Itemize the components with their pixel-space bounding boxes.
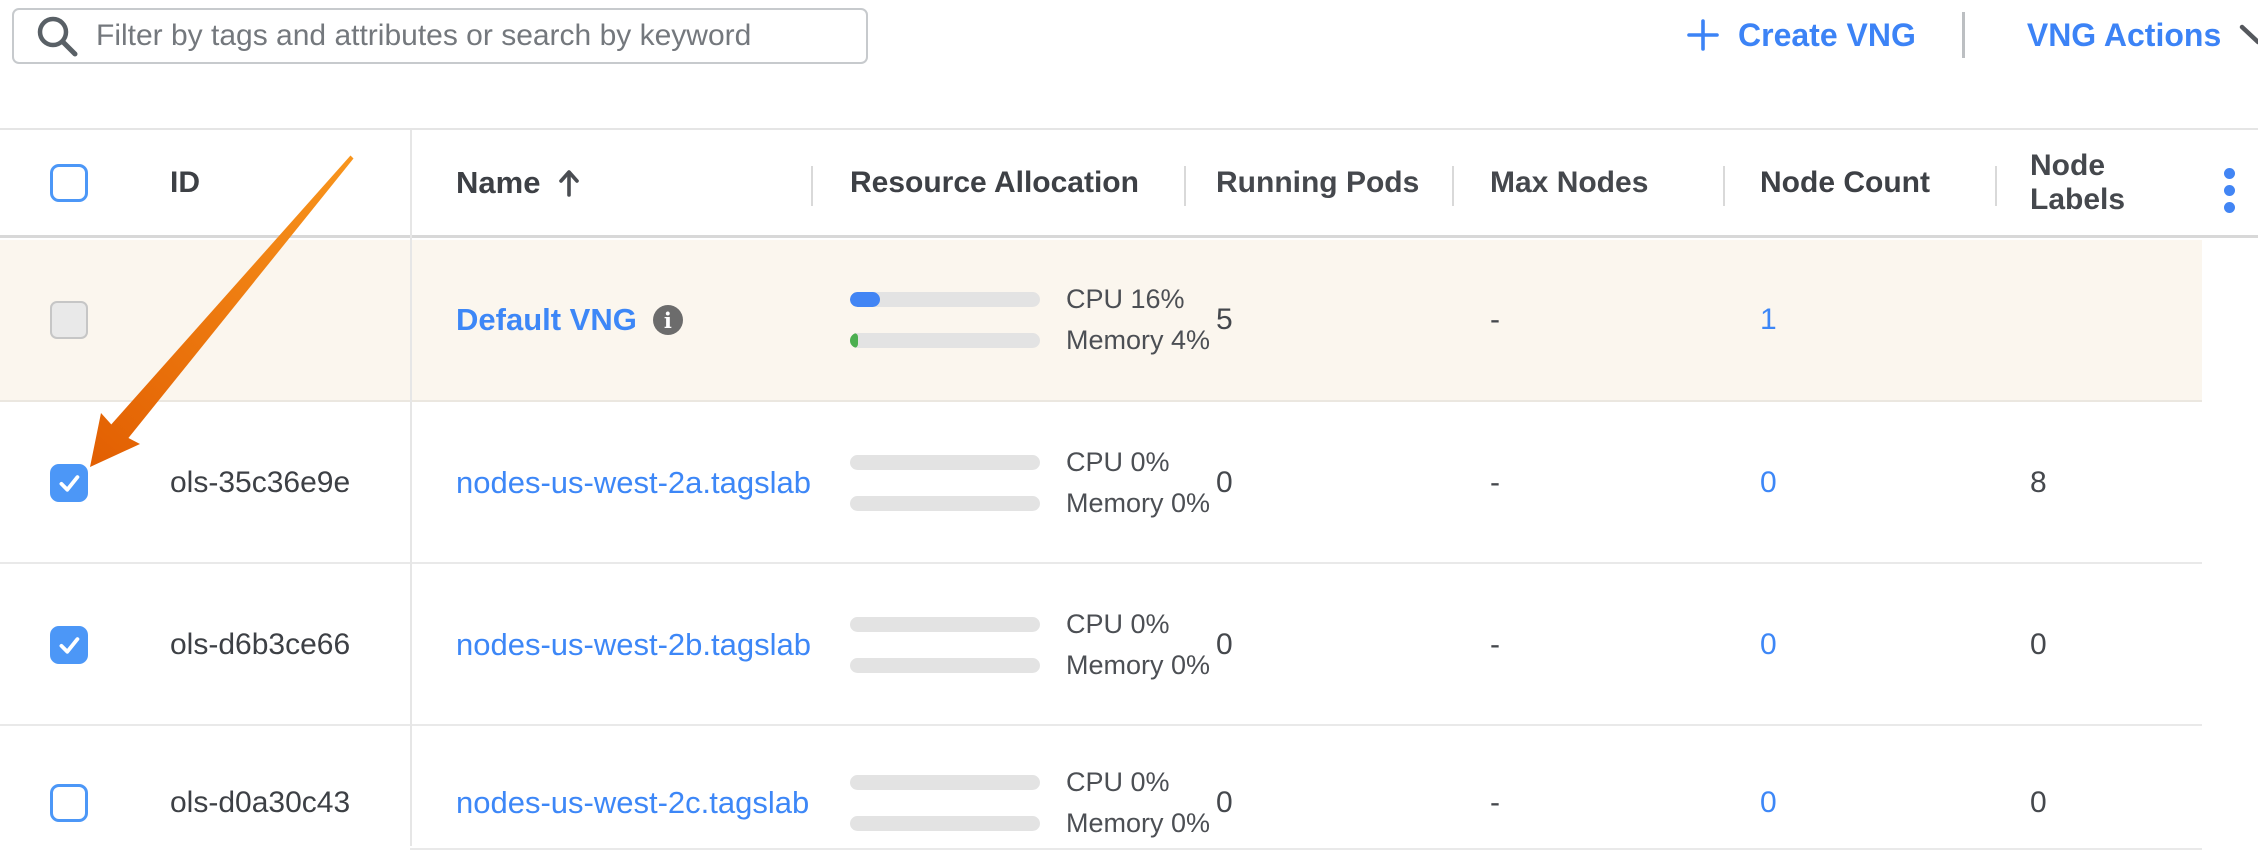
node-labels-value: 0 [1990,786,2202,820]
resource-allocation: CPU 0% Memory 0% [810,775,1210,832]
header-bottom-border [0,235,2258,238]
cpu-bar [850,455,1040,470]
filter-search-box[interactable] [12,8,868,64]
vng-name-link[interactable]: nodes-us-west-2b.tagslabelsre [456,627,810,663]
vng-actions-button[interactable]: VNG Actions [2027,17,2258,54]
table-row-ols-d0a30c43: ols-d0a30c43 nodes-us-west-2c.tagslabels… [0,728,2202,850]
vng-name-link[interactable]: nodes-us-west-2a.tagslabelsre [456,465,810,501]
memory-label: Memory 0% [1066,808,1210,839]
column-header-node-labels[interactable]: Node Labels [1990,149,2202,217]
sort-ascending-icon [556,167,582,199]
column-header-id[interactable]: ID [120,166,410,200]
vng-id: ols-d0a30c43 [120,786,410,820]
row-checkbox[interactable] [50,464,88,502]
cpu-bar [850,617,1040,632]
info-icon[interactable]: i [653,305,683,335]
resource-allocation: CPU 16% Memory 4% [810,292,1210,349]
search-icon [34,13,80,59]
resource-allocation: CPU 0% Memory 0% [810,455,1210,512]
row-checkbox[interactable] [50,784,88,822]
chevron-down-icon [2239,24,2258,47]
resource-allocation: CPU 0% Memory 0% [810,617,1210,674]
create-vng-label: Create VNG [1738,17,1916,54]
columns-menu-kebab-icon[interactable] [2224,168,2235,213]
search-input[interactable] [96,19,850,53]
row-checkbox[interactable] [50,626,88,664]
toolbar-actions: Create VNG VNG Actions [1686,7,2258,63]
memory-label: Memory 0% [1066,488,1210,519]
node-count-link[interactable]: 0 [1760,786,1777,819]
vng-name-link[interactable]: Default VNG [456,302,637,338]
plus-icon [1686,18,1720,52]
max-nodes-value: - [1450,303,1720,337]
vng-actions-label: VNG Actions [2027,17,2221,54]
column-header-running-pods[interactable]: Running Pods [1210,166,1450,200]
max-nodes-value: - [1450,466,1720,500]
column-header-resource[interactable]: Resource Allocation [810,166,1210,200]
column-header-name[interactable]: Name [410,165,810,201]
cpu-bar [850,775,1040,790]
vng-id: ols-35c36e9e [120,466,410,500]
node-labels-value: 8 [1990,466,2202,500]
memory-bar [850,658,1040,673]
memory-label: Memory 0% [1066,650,1210,681]
node-count-link[interactable]: 1 [1760,303,1777,336]
column-header-max-nodes[interactable]: Max Nodes [1450,166,1720,200]
memory-bar [850,333,1040,348]
cpu-label: CPU 0% [1066,447,1170,478]
running-pods-value: 5 [1210,303,1450,337]
vng-list-page: Create VNG VNG Actions ID Name [0,0,2258,854]
vng-name-link[interactable]: nodes-us-west-2c.tagslabelsre [456,785,810,821]
table-row-ols-35c36e9e: ols-35c36e9e nodes-us-west-2a.tagslabels… [0,404,2202,564]
running-pods-value: 0 [1210,466,1450,500]
toolbar-divider [1962,12,1965,58]
memory-bar [850,496,1040,511]
max-nodes-value: - [1450,628,1720,662]
id-name-column-divider [410,130,412,846]
column-header-node-count[interactable]: Node Count [1720,166,1990,200]
node-count-link[interactable]: 0 [1760,628,1777,661]
memory-label: Memory 4% [1066,325,1210,356]
running-pods-value: 0 [1210,628,1450,662]
memory-bar [850,816,1040,831]
table-row-ols-d6b3ce66: ols-d6b3ce66 nodes-us-west-2b.tagslabels… [0,566,2202,726]
cpu-label: CPU 0% [1066,609,1170,640]
cpu-label: CPU 16% [1066,284,1185,315]
create-vng-button[interactable]: Create VNG [1686,17,1916,54]
cpu-bar [850,292,1040,307]
node-count-link[interactable]: 0 [1760,466,1777,499]
node-labels-value: 0 [1990,628,2202,662]
row-checkbox [50,301,88,339]
table-header: ID Name Resource Allocation Running Pods… [0,130,2202,235]
select-all-checkbox[interactable] [50,164,88,202]
running-pods-value: 0 [1210,786,1450,820]
cpu-label: CPU 0% [1066,767,1170,798]
vng-id: ols-d6b3ce66 [120,628,410,662]
max-nodes-value: - [1450,786,1720,820]
table-row-default-vng: Default VNG i CPU 16% Memory 4% 5 - 1 [0,240,2202,402]
